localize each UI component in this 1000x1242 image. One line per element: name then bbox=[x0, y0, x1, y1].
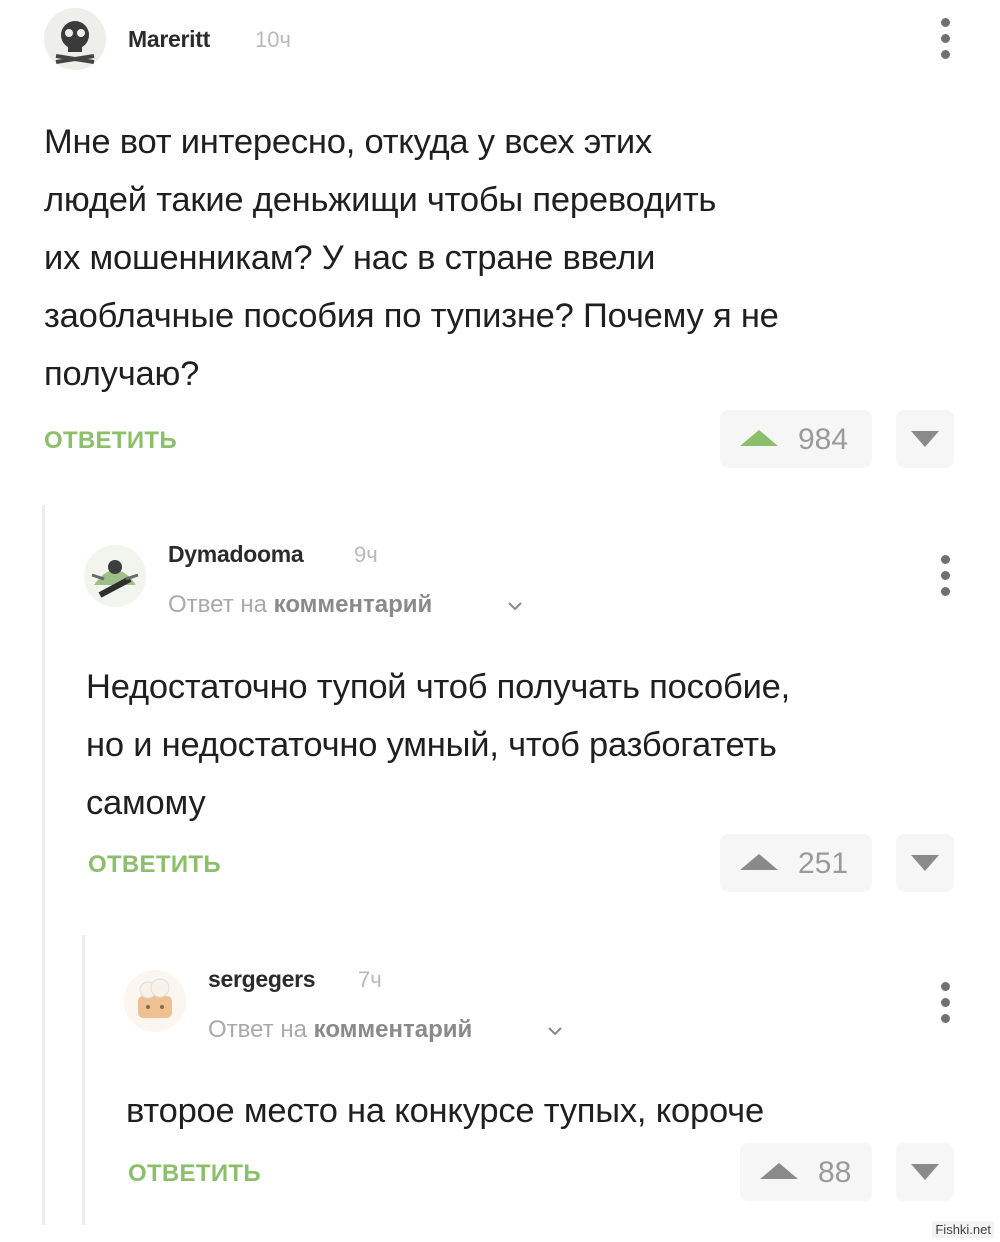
chevron-down-icon[interactable] bbox=[508, 601, 522, 611]
upvote-icon bbox=[740, 854, 778, 870]
reply-to-target: комментарий bbox=[313, 1016, 473, 1043]
upvote-button[interactable]: 984 bbox=[720, 410, 872, 468]
thread-line bbox=[82, 935, 85, 1225]
upvote-button[interactable]: 88 bbox=[740, 1143, 872, 1201]
thread-line bbox=[42, 505, 45, 1225]
upvote-icon bbox=[740, 430, 778, 446]
comment-text: Мне вот интересно, откуда у всех этих лю… bbox=[44, 113, 779, 403]
reply-button[interactable]: ОТВЕТИТЬ bbox=[44, 427, 177, 455]
reply-button[interactable]: ОТВЕТИТЬ bbox=[128, 1160, 261, 1188]
reply-to-link[interactable]: Ответ на комментарий bbox=[208, 1016, 472, 1044]
comment-text-line: самому bbox=[86, 784, 206, 822]
vote-count: 88 bbox=[818, 1156, 852, 1189]
downvote-button[interactable] bbox=[896, 410, 954, 468]
avatar-mareritt[interactable] bbox=[44, 8, 106, 70]
downvote-button[interactable] bbox=[896, 834, 954, 892]
comment-menu-icon[interactable] bbox=[938, 18, 952, 62]
downvote-icon bbox=[911, 431, 939, 447]
downvote-button[interactable] bbox=[896, 1143, 954, 1201]
comment-text-line: Мне вот интересно, откуда у всех этих bbox=[44, 123, 653, 161]
comment-time: 7ч bbox=[358, 967, 382, 992]
downvote-icon bbox=[911, 855, 939, 871]
reply-to-link[interactable]: Ответ на комментарий bbox=[168, 591, 432, 619]
comment-time: 9ч bbox=[354, 542, 378, 567]
avatar-dymadooma[interactable] bbox=[84, 545, 146, 607]
downvote-icon bbox=[911, 1164, 939, 1180]
comment-text: второе место на конкурсе тупых, короче bbox=[126, 1082, 764, 1140]
vote-count: 984 bbox=[798, 423, 849, 456]
reply-button[interactable]: ОТВЕТИТЬ bbox=[88, 851, 221, 879]
watermark: Fishki.net bbox=[932, 1221, 994, 1238]
comment-text: Недостаточно тупой чтоб получать пособие… bbox=[86, 658, 790, 832]
comment-text-line: их мошенникам? У нас в стране ввели bbox=[44, 239, 656, 277]
comment-menu-icon[interactable] bbox=[938, 555, 952, 599]
reply-to-prefix: Ответ на bbox=[168, 591, 267, 618]
username[interactable]: Dymadooma bbox=[168, 541, 304, 568]
upvote-button[interactable]: 251 bbox=[720, 834, 872, 892]
comment-text-line: заоблачные пособия по тупизне? Почему я … bbox=[44, 297, 779, 335]
comment-time: 10ч bbox=[255, 27, 291, 52]
comment-text-line: но и недостаточно умный, чтоб разбогатет… bbox=[86, 726, 777, 764]
comment-menu-icon[interactable] bbox=[938, 982, 952, 1026]
comment-text-line: получаю? bbox=[44, 355, 200, 393]
upvote-icon bbox=[760, 1163, 798, 1179]
reply-to-prefix: Ответ на bbox=[208, 1016, 307, 1043]
vote-count: 251 bbox=[798, 847, 849, 880]
comment-text-line: Недостаточно тупой чтоб получать пособие… bbox=[86, 668, 791, 706]
username[interactable]: Mareritt bbox=[128, 26, 210, 53]
comment-text-line: людей такие деньжищи чтобы переводить bbox=[44, 181, 717, 219]
avatar-sergegers[interactable] bbox=[124, 970, 186, 1032]
chevron-down-icon[interactable] bbox=[548, 1026, 562, 1036]
username[interactable]: sergegers bbox=[208, 966, 316, 993]
reply-to-target: комментарий bbox=[273, 591, 433, 618]
comment-text-line: второе место на конкурсе тупых, короче bbox=[126, 1092, 764, 1130]
